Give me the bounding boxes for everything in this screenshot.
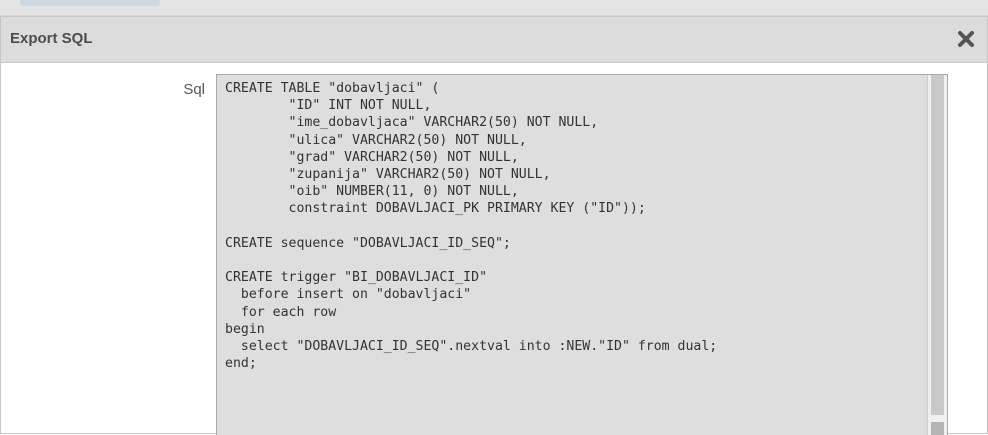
dialog-titlebar[interactable]: Export SQL	[1, 17, 987, 63]
dialog-title: Export SQL	[10, 30, 93, 47]
background-window-strip	[0, 0, 988, 16]
close-icon	[958, 31, 974, 47]
sql-textarea[interactable]: CREATE TABLE "dobavljaci" ( "ID" INT NOT…	[216, 74, 948, 435]
sql-field-label: Sql	[183, 81, 205, 98]
background-tab	[20, 0, 160, 6]
sql-code-text[interactable]: CREATE TABLE "dobavljaci" ( "ID" INT NOT…	[225, 80, 717, 372]
close-button[interactable]	[951, 24, 981, 54]
scroll-down-arrow[interactable]	[931, 422, 944, 435]
scrollbar-thumb[interactable]	[931, 75, 944, 415]
vertical-scrollbar[interactable]	[927, 75, 947, 435]
export-sql-dialog: Export SQL Sql CREATE TABLE "dobavljaci"…	[0, 16, 988, 435]
